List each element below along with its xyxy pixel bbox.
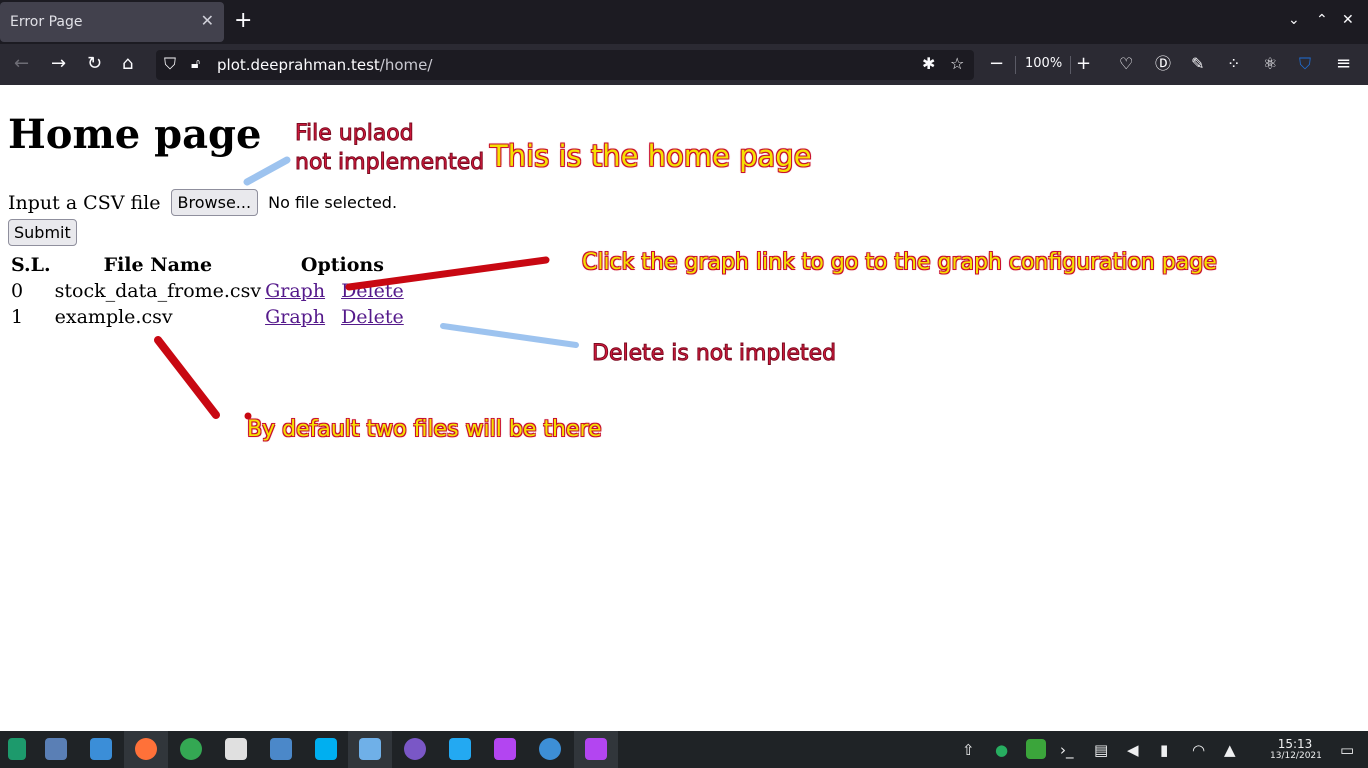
delete-annotation: Delete is not impleted [591, 341, 837, 367]
system-settings-icon[interactable] [45, 738, 67, 760]
tray-expand-icon[interactable]: ▲ [1224, 741, 1236, 759]
battery-icon[interactable]: ▮ [1160, 741, 1168, 759]
graph-annotation: Click the graph link to go to the graph … [582, 250, 1217, 275]
graph-arrow-stroke [345, 256, 550, 291]
clipboard-icon[interactable]: ▤ [1094, 741, 1108, 759]
annotation-strokes [154, 156, 579, 420]
clock-time: 15:13 [1277, 737, 1313, 751]
default-files-annotation: By default two files will be there [247, 417, 602, 442]
default-files-arrow-stroke [154, 336, 220, 419]
firefox-icon[interactable] [135, 738, 157, 760]
mail-client-icon[interactable] [225, 738, 247, 760]
terminal-icon[interactable]: ›_ [1060, 741, 1074, 759]
upload-annotation-line1: File uplaod [294, 121, 414, 147]
chrome-icon[interactable] [180, 738, 202, 760]
updates-icon[interactable]: ⇧ [962, 741, 975, 759]
office-writer-icon[interactable] [270, 738, 292, 760]
delete-arrow-stroke [440, 323, 579, 348]
app-launcher-icon[interactable] [8, 738, 26, 760]
wifi-icon[interactable]: ◠ [1192, 741, 1205, 759]
user-status-icon[interactable]: ● [995, 741, 1008, 759]
upload-annotation-line2: not implemented [294, 150, 485, 176]
upload-arrow-stroke [243, 156, 291, 186]
messenger-icon[interactable] [404, 738, 426, 760]
email-icon[interactable] [359, 738, 381, 760]
upload-annotation: File uplaod not implemented [294, 119, 485, 177]
clock-date: 13/12/2021 [1270, 751, 1322, 761]
skype-icon[interactable] [315, 738, 337, 760]
home-annotation: This is the home page [490, 139, 812, 173]
volume-icon[interactable]: ◀ [1127, 741, 1139, 759]
check-icon[interactable] [1026, 739, 1046, 759]
vscode-icon[interactable] [449, 738, 471, 760]
taskbar: ⇧ ● ›_ ▤ ◀ ▮ ◠ ▲ 15:13 13/12/2021 ▭ [0, 731, 1368, 768]
clock[interactable]: 15:13 13/12/2021 [1270, 737, 1322, 762]
phpstorm-icon[interactable] [494, 738, 516, 760]
phpstorm-icon[interactable] [585, 738, 607, 760]
show-desktop-icon[interactable]: ▭ [1340, 741, 1354, 759]
file-manager-icon[interactable] [90, 738, 112, 760]
browser-app-icon[interactable] [539, 738, 561, 760]
